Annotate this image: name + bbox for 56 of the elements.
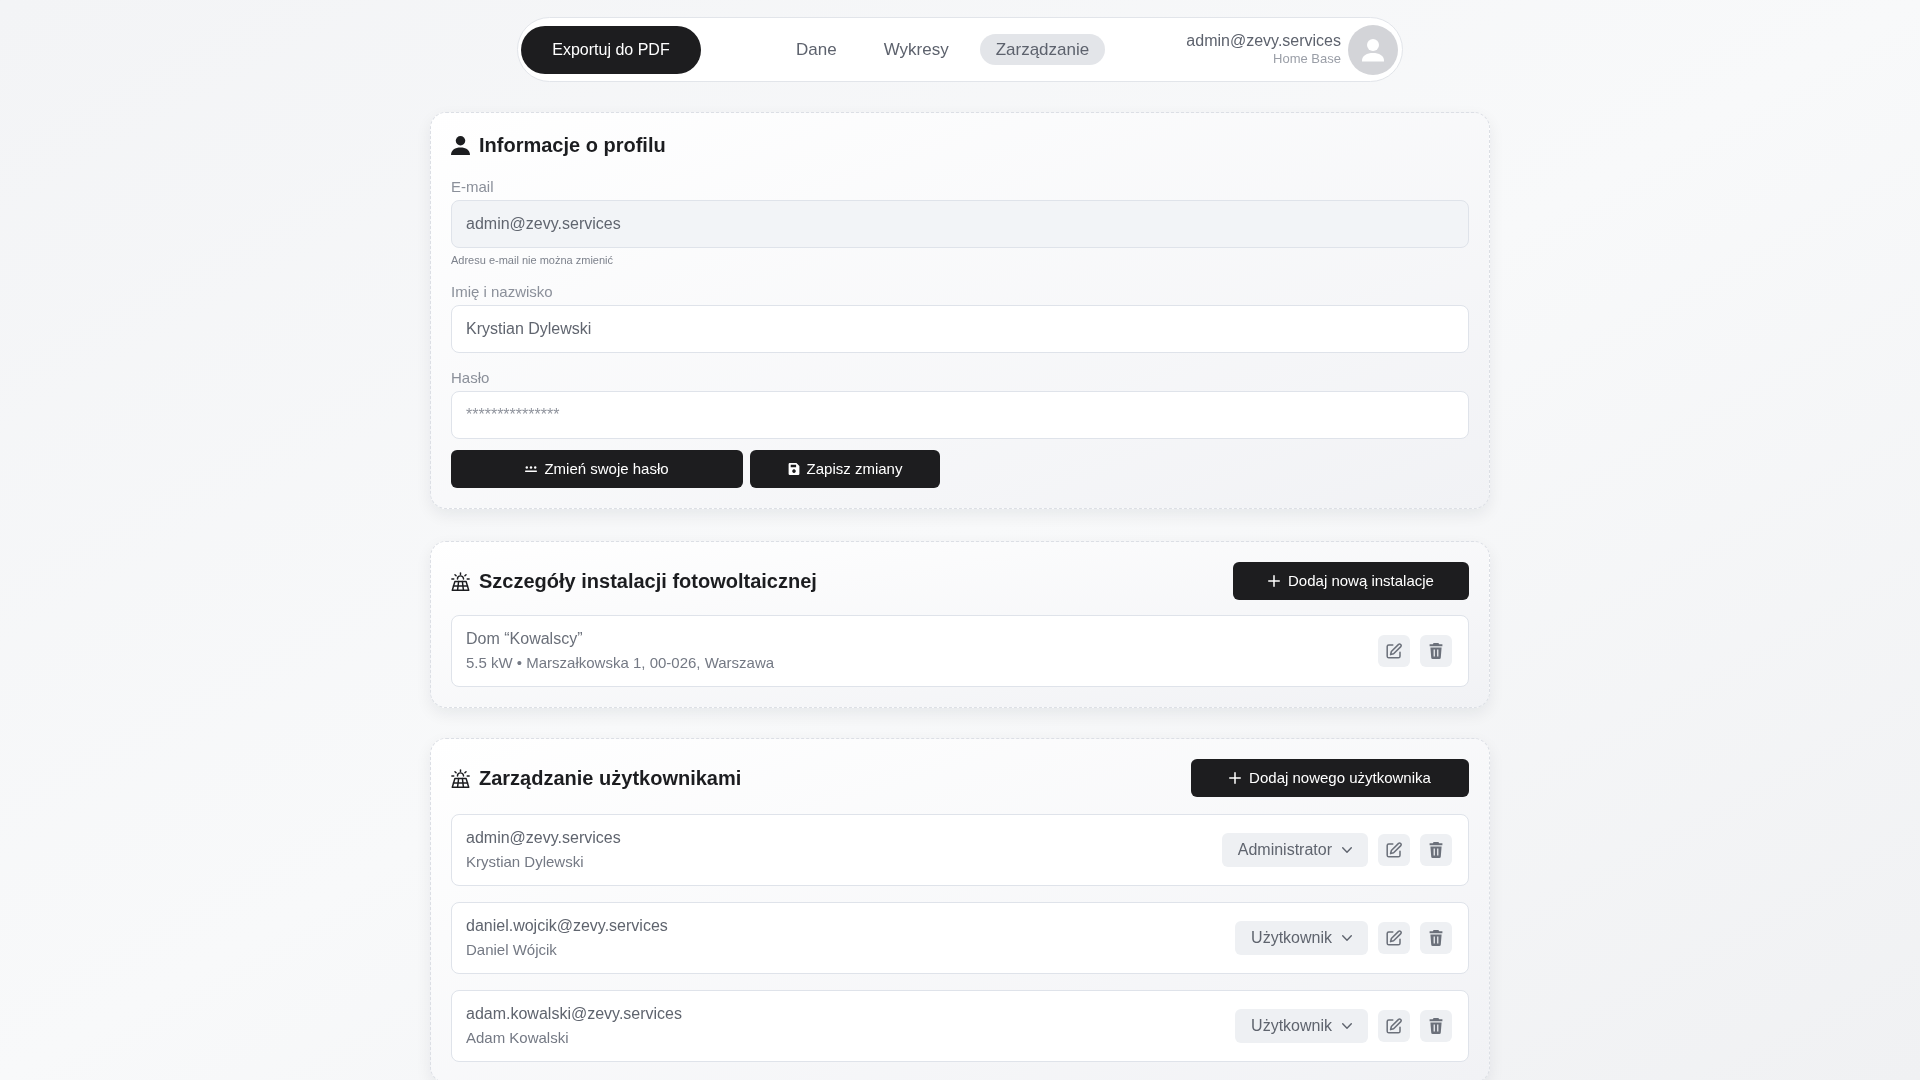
- installation-name: Dom “Kowalscy”: [466, 629, 584, 649]
- user-name: Adam Kowalski: [466, 1028, 570, 1048]
- field-label: Imię i nazwisko: [451, 282, 554, 302]
- export-pdf-button[interactable]: Exportuj do PDF: [521, 25, 701, 74]
- user-name: Krystian Dylewski: [466, 852, 585, 872]
- action-button[interactable]: Zapisz zmiany: [750, 450, 940, 488]
- edit-icon: [1386, 1018, 1402, 1034]
- user-email: adam.kowalski@zevy.services: [466, 1004, 682, 1024]
- edit-icon: [1386, 643, 1402, 659]
- nav-tab[interactable]: Wykresy: [867, 34, 965, 65]
- field-hint: Adresu e-mail nie można zmienić: [451, 253, 614, 267]
- user-email: daniel.wojcik@zevy.services: [466, 916, 668, 936]
- input-field[interactable]: Krystian Dylewski: [451, 305, 1469, 353]
- delete-button[interactable]: [1420, 1010, 1452, 1042]
- edit-button[interactable]: [1378, 635, 1410, 667]
- add-button[interactable]: Dodaj nowego użytkownika: [1191, 759, 1469, 797]
- section-title: Zarządzanie użytkownikami: [479, 766, 742, 790]
- trash-icon: [1428, 643, 1444, 659]
- account-subtitle: Home Base: [1273, 49, 1341, 68]
- add-button[interactable]: Dodaj nową instalacje: [1233, 562, 1469, 600]
- role-dropdown[interactable]: Użytkownik: [1235, 921, 1368, 955]
- edit-icon: [1386, 930, 1402, 946]
- installation-details: 5.5 kW • Marszałkowska 1, 00-026, Warszawa: [466, 653, 775, 673]
- plus-icon: [1268, 575, 1281, 587]
- field-label: E-mail: [451, 177, 495, 197]
- edit-button[interactable]: [1378, 834, 1410, 866]
- delete-button[interactable]: [1420, 922, 1452, 954]
- role-dropdown[interactable]: Użytkownik: [1235, 1009, 1368, 1043]
- edit-button[interactable]: [1378, 1010, 1410, 1042]
- delete-button[interactable]: [1420, 635, 1452, 667]
- input-field[interactable]: ***************: [451, 391, 1469, 439]
- edit-icon: [1386, 842, 1402, 858]
- solar-panel-icon: [451, 571, 470, 591]
- solar-panel-icon: [451, 768, 470, 788]
- delete-button[interactable]: [1420, 834, 1452, 866]
- user-email: admin@zevy.services: [466, 828, 621, 848]
- user-email: admin@zevy.services: [1186, 31, 1341, 50]
- nav-tab[interactable]: Zarządzanie: [979, 34, 1106, 65]
- action-button[interactable]: Zmień swoje hasło: [451, 450, 743, 488]
- asterisks-icon: [525, 463, 538, 475]
- field-label: Hasło: [451, 368, 491, 388]
- trash-icon: [1428, 842, 1444, 858]
- chevron-down-icon: [1342, 847, 1352, 853]
- section-title: Informacje o profilu: [479, 133, 666, 157]
- trash-icon: [1428, 930, 1444, 946]
- section-title: Szczegóły instalacji fotowoltaicznej: [479, 569, 817, 593]
- chevron-down-icon: [1342, 1023, 1352, 1029]
- chevron-down-icon: [1342, 935, 1352, 941]
- nav-tab[interactable]: Dane: [780, 34, 853, 65]
- edit-button[interactable]: [1378, 922, 1410, 954]
- user-name: Daniel Wójcik: [466, 940, 558, 960]
- role-dropdown[interactable]: Administrator: [1221, 833, 1368, 867]
- person-icon: [451, 135, 470, 155]
- plus-icon: [1229, 772, 1242, 784]
- trash-icon: [1428, 1018, 1444, 1034]
- save-icon: [787, 463, 800, 475]
